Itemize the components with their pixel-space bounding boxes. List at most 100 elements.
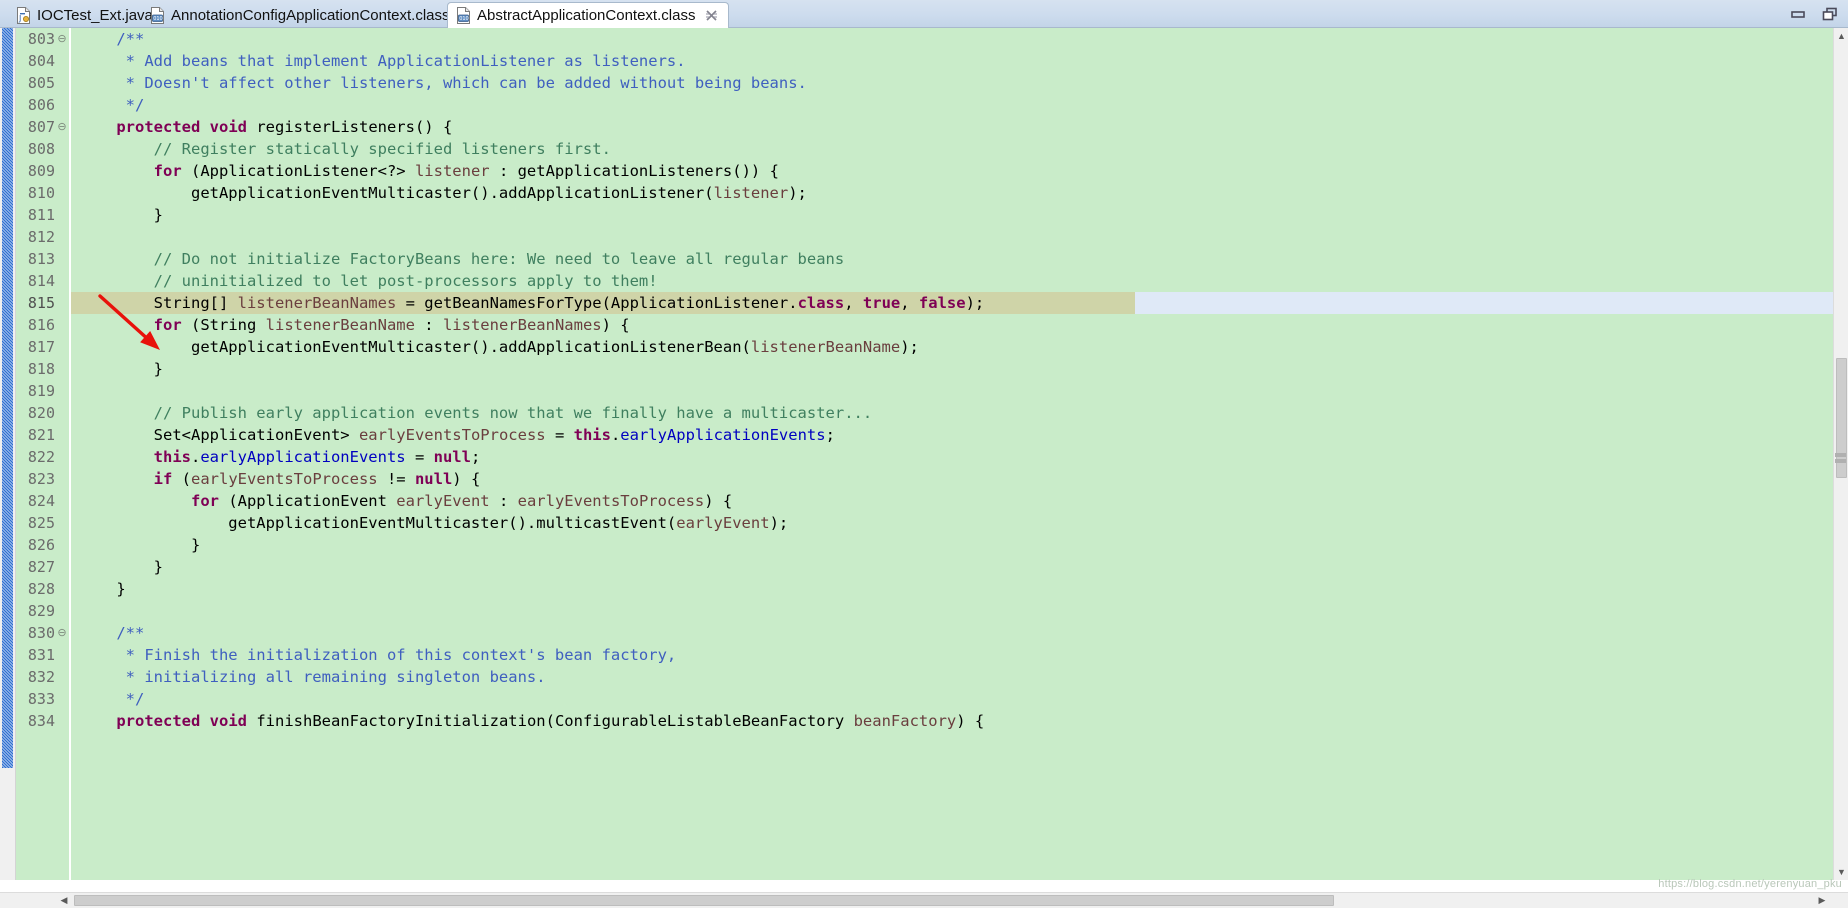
fold-collapse-icon[interactable]: ⊖ bbox=[57, 116, 67, 138]
line-number: 818 bbox=[27, 360, 55, 378]
line-number: 819 bbox=[27, 382, 55, 400]
code-line[interactable]: * Add beans that implement ApplicationLi… bbox=[71, 50, 1833, 72]
fold-collapse-icon[interactable]: ⊖ bbox=[57, 28, 67, 50]
code-token-loc: earlyEvent bbox=[396, 492, 490, 510]
scroll-left-icon[interactable]: ◀ bbox=[56, 893, 72, 908]
code-token-pln bbox=[79, 404, 154, 422]
code-line[interactable]: this.earlyApplicationEvents = null; bbox=[71, 446, 1833, 468]
annotation-ruler[interactable] bbox=[0, 28, 16, 880]
line-number: 810 bbox=[27, 184, 55, 202]
code-line[interactable]: for (ApplicationEvent earlyEvent : early… bbox=[71, 490, 1833, 512]
line-number: 805 bbox=[27, 74, 55, 92]
line-selection-highlight bbox=[1135, 292, 1833, 314]
code-token-pln: finishBeanFactoryInitialization(Configur… bbox=[247, 712, 854, 730]
code-token-jdoc: /** bbox=[116, 30, 145, 48]
code-line-text: Set<ApplicationEvent> earlyEventsToProce… bbox=[79, 426, 835, 444]
close-icon[interactable] bbox=[705, 9, 718, 22]
code-line[interactable]: } bbox=[71, 556, 1833, 578]
editor-tab-2[interactable]: 010 AnnotationConfigApplicationContext.cl… bbox=[142, 2, 460, 28]
code-line[interactable]: // Publish early application events now … bbox=[71, 402, 1833, 424]
code-token-pln bbox=[200, 712, 209, 730]
code-token-loc: listenerBeanName bbox=[750, 338, 901, 356]
code-line-text: */ bbox=[79, 96, 145, 114]
editor-tab-3[interactable]: 010 AbstractApplicationContext.class bbox=[447, 2, 730, 28]
minimize-icon[interactable] bbox=[1790, 7, 1806, 21]
line-number: 829 bbox=[27, 602, 55, 620]
vertical-scrollbar[interactable]: ▲ ▼ bbox=[1833, 28, 1848, 880]
code-token-pln: ; bbox=[825, 426, 835, 444]
code-line[interactable]: // uninitialized to let post-processors … bbox=[71, 270, 1833, 292]
code-line[interactable]: for (ApplicationListener<?> listener : g… bbox=[71, 160, 1833, 182]
overview-ruler-marker[interactable] bbox=[1835, 453, 1846, 457]
code-line[interactable]: getApplicationEventMulticaster().addAppl… bbox=[71, 336, 1833, 358]
horizontal-scroll-thumb[interactable] bbox=[74, 895, 1334, 906]
code-line[interactable]: getApplicationEventMulticaster().addAppl… bbox=[71, 182, 1833, 204]
code-line-text: } bbox=[79, 360, 163, 378]
maximize-restore-icon[interactable] bbox=[1822, 7, 1838, 21]
code-line[interactable]: */ bbox=[71, 688, 1833, 710]
code-line[interactable] bbox=[71, 600, 1833, 622]
code-token-pln: = bbox=[545, 426, 574, 444]
code-token-kw: void bbox=[209, 118, 247, 136]
code-token-jdoc: * Doesn't affect other listeners, which … bbox=[79, 74, 807, 92]
code-token-kw: class bbox=[797, 294, 845, 312]
code-line[interactable]: if (earlyEventsToProcess != null) { bbox=[71, 468, 1833, 490]
code-token-pln: } bbox=[79, 536, 201, 554]
code-text-area[interactable]: /** * Add beans that implement Applicati… bbox=[71, 28, 1833, 880]
code-token-kw: for bbox=[153, 162, 182, 180]
line-number-gutter: 803 ⊖ 804 805 806 807 ⊖ 808 809 810 811 812 813 814 81… bbox=[16, 28, 70, 880]
code-token-jdoc: */ bbox=[79, 96, 145, 114]
code-token-pln bbox=[79, 30, 116, 48]
code-line[interactable]: protected void finishBeanFactoryInitiali… bbox=[71, 710, 1833, 732]
scroll-up-icon[interactable]: ▲ bbox=[1834, 28, 1848, 44]
code-line[interactable]: } bbox=[71, 578, 1833, 600]
code-line[interactable]: // Register statically specified listene… bbox=[71, 138, 1833, 160]
code-line[interactable]: * Doesn't affect other listeners, which … bbox=[71, 72, 1833, 94]
code-editor[interactable]: 803 ⊖ 804 805 806 807 ⊖ 808 809 810 811 812 813 814 81… bbox=[0, 28, 1848, 908]
scroll-right-icon[interactable]: ▶ bbox=[1814, 893, 1830, 908]
code-token-pln: getApplicationEventMulticaster().addAppl… bbox=[79, 184, 714, 202]
code-line[interactable]: /** bbox=[71, 28, 1833, 50]
line-number: 811 bbox=[27, 206, 55, 224]
fold-collapse-icon[interactable]: ⊖ bbox=[57, 622, 67, 644]
code-token-kw: void bbox=[209, 712, 247, 730]
code-token-pln: ) { bbox=[601, 316, 630, 334]
code-token-loc: listener bbox=[713, 184, 789, 202]
code-line-text: getApplicationEventMulticaster().addAppl… bbox=[79, 184, 807, 202]
code-line[interactable]: getApplicationEventMulticaster().multica… bbox=[71, 512, 1833, 534]
line-number: 823 bbox=[27, 470, 55, 488]
code-token-jdoc: * initializing all remaining singleton b… bbox=[79, 668, 546, 686]
line-number: 825 bbox=[27, 514, 55, 532]
code-line-text: for (ApplicationListener<?> listener : g… bbox=[79, 162, 779, 180]
code-line[interactable]: protected void registerListeners() { bbox=[71, 116, 1833, 138]
code-token-pln: != bbox=[377, 470, 415, 488]
horizontal-scrollbar[interactable]: ◀ ▶ bbox=[0, 892, 1848, 908]
code-line[interactable]: } bbox=[71, 358, 1833, 380]
code-line[interactable]: String[] listenerBeanNames = getBeanName… bbox=[71, 292, 1833, 314]
overview-ruler-marker[interactable] bbox=[1835, 459, 1846, 463]
code-token-pln bbox=[79, 712, 116, 730]
editor-tab-1[interactable]: J IOCTest_Ext.java bbox=[8, 2, 163, 28]
code-line[interactable]: */ bbox=[71, 94, 1833, 116]
code-token-pln: } bbox=[79, 580, 126, 598]
code-line[interactable] bbox=[71, 380, 1833, 402]
code-line[interactable]: for (String listenerBeanName : listenerB… bbox=[71, 314, 1833, 336]
code-token-pln: String[] bbox=[79, 294, 238, 312]
code-token-pln bbox=[79, 140, 154, 158]
code-token-loc: beanFactory bbox=[853, 712, 957, 730]
code-line-text: * Finish the initialization of this cont… bbox=[79, 646, 677, 664]
code-line[interactable]: * Finish the initialization of this cont… bbox=[71, 644, 1833, 666]
line-number: 809 bbox=[27, 162, 55, 180]
code-line[interactable]: } bbox=[71, 204, 1833, 226]
code-line[interactable]: } bbox=[71, 534, 1833, 556]
java-file-icon: J bbox=[16, 6, 31, 24]
code-token-kw: false bbox=[918, 294, 966, 312]
code-line[interactable]: /** bbox=[71, 622, 1833, 644]
code-line[interactable]: // Do not initialize FactoryBeans here: … bbox=[71, 248, 1833, 270]
code-line[interactable]: * initializing all remaining singleton b… bbox=[71, 666, 1833, 688]
code-token-pln: } bbox=[79, 360, 163, 378]
code-line[interactable]: Set<ApplicationEvent> earlyEventsToProce… bbox=[71, 424, 1833, 446]
code-line-text: * Doesn't affect other listeners, which … bbox=[79, 74, 807, 92]
code-line[interactable] bbox=[71, 226, 1833, 248]
code-line-text: */ bbox=[79, 690, 145, 708]
